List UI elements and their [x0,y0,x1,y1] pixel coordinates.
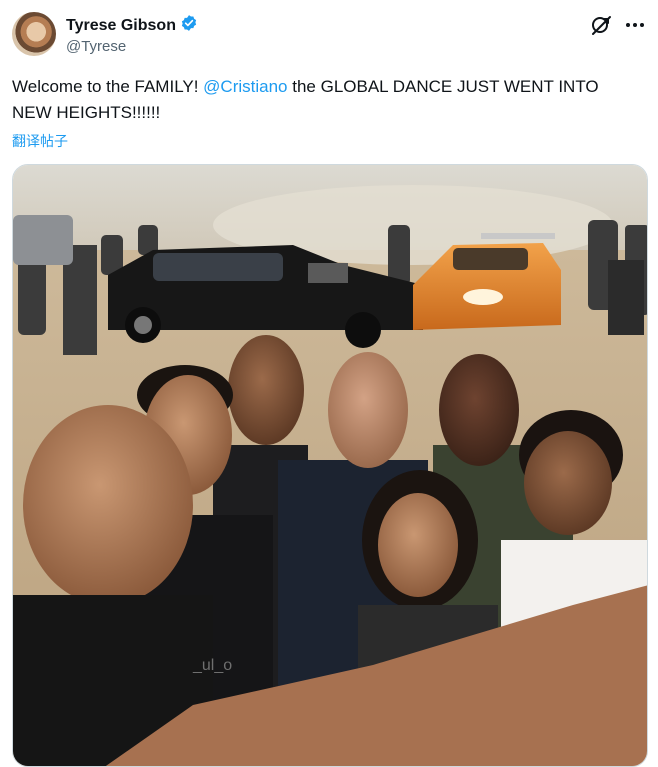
more-options-icon[interactable] [624,14,646,36]
mention-link[interactable]: @Cristiano [203,77,287,96]
avatar[interactable] [12,12,56,56]
tweet-text-start: Welcome to the FAMILY! [12,77,204,96]
selfie-photo: _ul_o [13,165,647,766]
verified-badge-icon [176,14,198,37]
header-actions [590,14,646,36]
shirt-text: _ul_o [192,657,232,674]
tweet-text: Welcome to the FAMILY! @Cristiano the GL… [12,74,642,126]
translate-post-link[interactable]: 翻译帖子 [12,131,68,151]
user-handle[interactable]: @Tyrese [66,38,126,55]
grok-icon[interactable] [590,14,612,36]
display-name[interactable]: Tyrese Gibson [66,17,176,35]
tweet-photo[interactable]: _ul_o [12,164,648,767]
name-row: Tyrese Gibson [66,14,198,37]
tweet-header: Tyrese Gibson @Tyrese [12,12,646,58]
